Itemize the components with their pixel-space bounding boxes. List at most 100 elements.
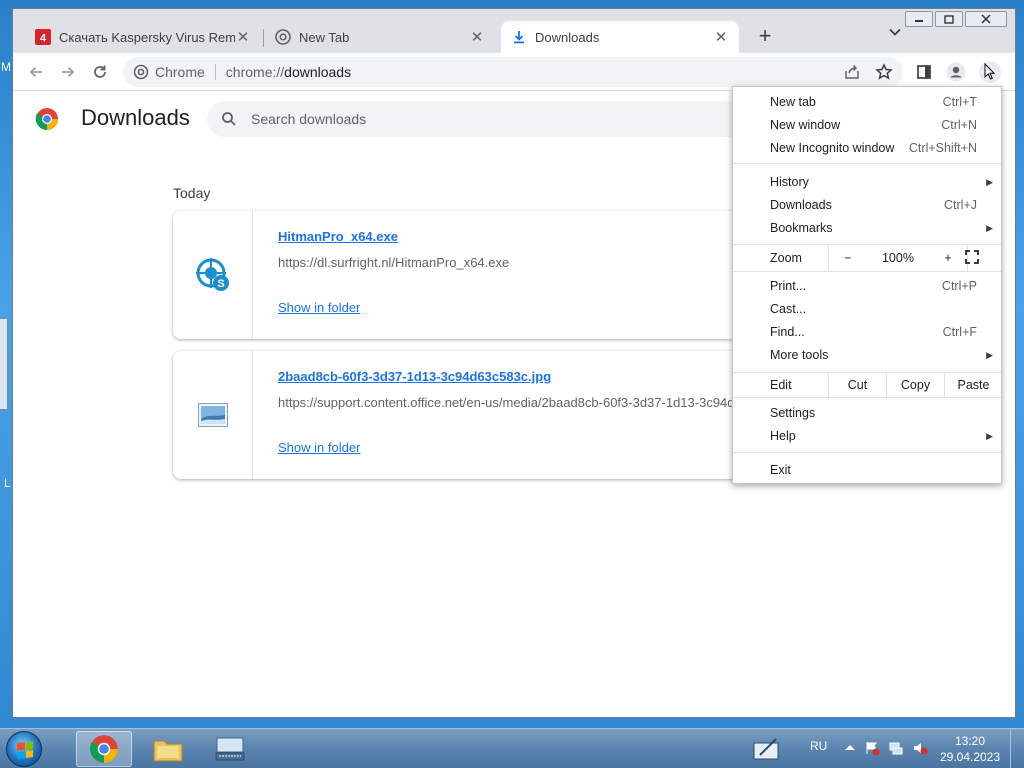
- paste-button[interactable]: Paste: [944, 373, 1002, 397]
- omnibox-divider: [214, 64, 216, 80]
- menu-shortcut: Ctrl+J: [944, 198, 977, 212]
- action-center-flag-icon[interactable]: [864, 740, 880, 756]
- site-chip-label: Chrome: [155, 64, 205, 80]
- network-icon[interactable]: [888, 740, 904, 756]
- tab-title: New Tab: [299, 29, 350, 45]
- zoom-in-button[interactable]: +: [944, 251, 951, 265]
- search-bar[interactable]: [207, 101, 767, 137]
- url-host: downloads: [284, 64, 352, 80]
- submenu-arrow-icon: ▶: [986, 349, 993, 360]
- hitmanpro-icon: S: [195, 258, 229, 291]
- chrome-icon: [89, 735, 118, 763]
- menu-item-label: Downloads: [770, 198, 832, 212]
- menu-item-new-incognito[interactable]: New Incognito window Ctrl+Shift+N: [733, 137, 1001, 159]
- taskbar-explorer[interactable]: [140, 731, 196, 767]
- clock-date: 29.04.2023: [939, 750, 1001, 764]
- pen-tablet-icon[interactable]: [752, 737, 782, 761]
- tab-new-tab[interactable]: New Tab ✕: [265, 21, 495, 53]
- download-file-link[interactable]: 2baad8cb-60f3-3d37-1d13-3c94d63c583c.jpg: [278, 369, 551, 384]
- volume-muted-icon[interactable]: [912, 740, 928, 756]
- chevron-up-icon[interactable]: [842, 740, 858, 756]
- bookmark-star-button[interactable]: [873, 61, 895, 83]
- kaspersky-icon: 4: [35, 29, 51, 45]
- back-button[interactable]: [23, 59, 49, 85]
- zoom-label: Zoom: [770, 251, 802, 265]
- menu-item-help[interactable]: Help ▶: [733, 425, 1001, 447]
- minimize-icon: [915, 20, 923, 22]
- submenu-arrow-icon: ▶: [986, 430, 993, 441]
- tab-close-icon[interactable]: ✕: [469, 28, 485, 46]
- menu-item-settings[interactable]: Settings: [733, 402, 1001, 424]
- chrome-menu-button[interactable]: [979, 61, 1001, 83]
- menu-shortcut: Ctrl+N: [941, 118, 977, 132]
- page-title: Downloads: [81, 105, 190, 130]
- start-button[interactable]: [6, 731, 42, 767]
- zoom-level: 100%: [881, 251, 914, 265]
- forward-button[interactable]: [55, 59, 81, 85]
- cursor-pointer-icon: [984, 62, 996, 80]
- svg-text:S: S: [217, 278, 224, 290]
- minimize-button[interactable]: [905, 11, 933, 27]
- menu-item-more-tools[interactable]: More tools ▶: [733, 344, 1001, 366]
- clock-time: 13:20: [954, 734, 986, 748]
- background-window-edge: [0, 318, 8, 410]
- taskbar-keyboard-app[interactable]: [202, 731, 258, 767]
- taskbar-chrome[interactable]: [76, 731, 132, 767]
- menu-item-exit[interactable]: Exit: [733, 459, 1001, 481]
- tab-close-icon[interactable]: ✕: [713, 28, 729, 46]
- url-scheme: chrome://: [225, 64, 285, 80]
- taskbar: RU 13:20 29.04.2023: [0, 728, 1024, 768]
- folder-icon: [153, 740, 183, 762]
- chrome-menu: New tab Ctrl+T New window Ctrl+N New Incog…: [732, 86, 1002, 484]
- profile-button[interactable]: [945, 61, 967, 83]
- menu-item-label: New Incognito window: [770, 141, 895, 155]
- search-input[interactable]: [251, 111, 711, 127]
- tab-kaspersky[interactable]: 4 Скачать Kaspersky Virus Remova ✕: [25, 21, 261, 53]
- menu-separator: [733, 271, 1001, 272]
- zoom-out-button[interactable]: −: [844, 251, 851, 265]
- side-panel-button[interactable]: [913, 61, 935, 83]
- menu-item-bookmarks[interactable]: Bookmarks ▶: [733, 217, 1001, 239]
- show-in-folder-link[interactable]: Show in folder: [278, 440, 360, 455]
- menu-shortcut: Ctrl+Shift+N: [908, 141, 977, 155]
- system-clock[interactable]: 13:20 29.04.2023: [938, 733, 1002, 765]
- menu-item-label: New tab: [770, 95, 816, 109]
- menu-edit-row: Edit Cut Copy Paste: [733, 373, 1001, 397]
- menu-item-new-tab[interactable]: New tab Ctrl+T: [733, 91, 1001, 113]
- tab-separator: [263, 29, 264, 47]
- show-desktop-button[interactable]: [1010, 729, 1024, 768]
- fullscreen-button[interactable]: [965, 249, 979, 267]
- share-icon: [845, 64, 859, 79]
- menu-item-downloads[interactable]: Downloads Ctrl+J: [733, 194, 1001, 216]
- tab-search-button[interactable]: [883, 25, 907, 49]
- restore-icon: [944, 14, 954, 24]
- download-item: S HitmanPro_x64.exe https://dl.surfright…: [173, 211, 793, 339]
- side-panel-icon: [917, 65, 931, 79]
- arrow-left-icon: [29, 66, 42, 78]
- windows-logo-icon: [17, 741, 33, 759]
- menu-item-print[interactable]: Print... Ctrl+P: [733, 275, 1001, 297]
- menu-item-label: History: [770, 175, 809, 189]
- menu-item-label: Cast...: [770, 302, 807, 316]
- language-indicator[interactable]: RU: [810, 739, 827, 753]
- tab-close-icon[interactable]: ✕: [235, 28, 251, 46]
- maximize-button[interactable]: [935, 11, 963, 27]
- address-bar[interactable]: Chrome chrome://downloads: [123, 57, 903, 87]
- new-tab-button[interactable]: +: [751, 23, 779, 51]
- menu-item-label: Find...: [770, 325, 805, 339]
- menu-item-find[interactable]: Find... Ctrl+F: [733, 321, 1001, 343]
- copy-button[interactable]: Copy: [886, 373, 944, 397]
- menu-item-new-window[interactable]: New window Ctrl+N: [733, 114, 1001, 136]
- menu-item-history[interactable]: History ▶: [733, 171, 1001, 193]
- close-window-button[interactable]: [965, 11, 1007, 27]
- show-in-folder-link[interactable]: Show in folder: [278, 300, 360, 315]
- reload-button[interactable]: [87, 59, 113, 85]
- share-button[interactable]: [841, 61, 863, 83]
- svg-text:4: 4: [40, 33, 47, 45]
- cut-button[interactable]: Cut: [828, 373, 886, 397]
- download-file-link[interactable]: HitmanPro_x64.exe: [278, 229, 398, 244]
- menu-item-cast[interactable]: Cast...: [733, 298, 1001, 320]
- submenu-arrow-icon: ▶: [986, 222, 993, 233]
- download-source-url: https://support.content.office.net/en-us…: [278, 395, 748, 410]
- tab-downloads[interactable]: Downloads ✕: [501, 21, 739, 53]
